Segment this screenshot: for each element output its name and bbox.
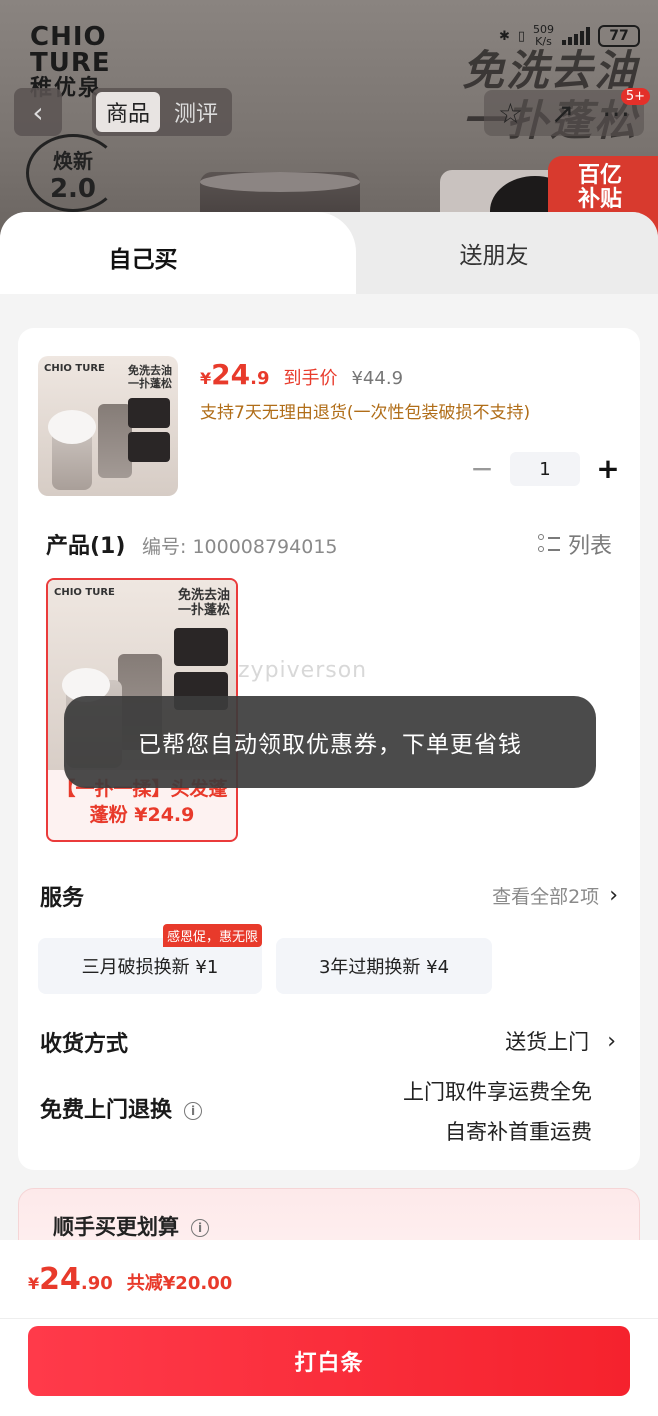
bundle-deals-title: 顺手买更划算 i [53,1211,209,1241]
status-bar: ✱ ▯ 509 K/s 77 [499,24,640,48]
purchase-tabs: 送朋友 自己买 [0,212,658,302]
increase-button[interactable]: + [594,455,622,483]
sku-slogan: 免洗去油 一扑蓬松 [177,588,230,618]
delivery-title: 收货方式 [40,1032,129,1057]
total-price: ¥24.90 共减¥20.00 [28,1262,233,1297]
product-code: 编号: 100008794015 [142,536,338,558]
tab-divider [0,294,658,328]
product-page-background: CHIO TURE 稚优泉 免洗去油 一扑蓬松 焕新 2.0 百亿 补贴 ✱ ▯… [0,0,658,240]
tab-gift-friend[interactable]: 送朋友 [330,212,658,294]
total-discount: 共减¥20.00 [126,1273,233,1294]
header-actions: ☆ ↗ ⋯ [484,90,644,136]
chevron-right-icon: › [609,883,618,908]
service-option-expiry[interactable]: 3年过期换新 ¥4 [276,938,492,994]
quantity-stepper: − 1 + [468,452,622,486]
services-title: 服务 [40,886,85,911]
page-tabs: 商品 测评 [92,88,233,136]
network-speed: 509 K/s [533,23,554,48]
thumb-brand: CHIO TURE [44,363,105,374]
purchase-sheet: 送朋友 自己买 CHIO TURE 免洗去油 一扑蓬松 ¥24.9 到手价 ¥4… [0,212,658,1416]
sku-hair-before [174,628,228,666]
thumb-jar [98,404,132,478]
quantity-input[interactable]: 1 [510,452,580,486]
share-icon[interactable]: ↗ [551,97,574,130]
final-price-tag: 到手价 [283,368,338,389]
message-count-badge: 5+ [620,88,650,105]
watermark: zypiverson [238,658,368,683]
back-button[interactable]: ‹ [14,88,62,136]
list-icon [537,533,560,555]
vibrate-icon: ▯ [517,28,525,44]
tab-buy-self[interactable]: 自己买 [0,212,356,302]
promo-badge: 感恩促，惠无限 [162,924,262,947]
final-price: ¥24.9 [200,358,270,391]
sku-section-title: 产品(1) [46,534,126,559]
chevron-left-icon: ‹ [32,95,44,129]
signal-icon [562,27,590,45]
chevron-right-icon: › [607,1028,616,1054]
thumb-hair-before [128,398,170,428]
info-icon[interactable]: i [191,1219,209,1237]
thumb-puff-jar [48,410,96,490]
sku-brand: CHIO TURE [54,587,115,598]
delivery-method[interactable]: 送货上门 › [505,1026,616,1056]
service-option-damage[interactable]: 三月破损换新 ¥1 感恩促，惠无限 [38,924,262,994]
view-all-services[interactable]: 查看全部2项 › [492,882,618,909]
price-line: ¥24.9 到手价 ¥44.9 [200,358,403,391]
original-price: ¥44.9 [351,368,404,389]
tab-review[interactable]: 测评 [164,92,228,132]
bluetooth-icon: ✱ [498,28,510,44]
renew-badge: 焕新 2.0 [26,134,120,212]
tab-product[interactable]: 商品 [96,92,161,132]
list-view-toggle[interactable]: 列表 [537,528,612,560]
battery-icon: 77 [598,25,640,47]
decrease-button[interactable]: − [468,455,496,483]
thumb-slogan: 免洗去油 一扑蓬松 [128,364,172,390]
pay-later-button[interactable]: 打白条 [28,1326,630,1396]
free-return-title: 免费上门退换 i [40,1092,203,1124]
order-card: CHIO TURE 免洗去油 一扑蓬松 ¥24.9 到手价 ¥44.9 支持7天… [18,328,640,1170]
divider [0,1318,658,1319]
product-thumbnail[interactable]: CHIO TURE 免洗去油 一扑蓬松 [38,356,178,496]
star-icon[interactable]: ☆ [498,97,523,130]
checkout-bar: ¥24.90 共减¥20.00 打白条 [0,1240,658,1416]
return-policy-note: 支持7天无理由退货(一次性包装破损不支持) [200,403,531,423]
free-return-details: 上门取件享运费全免 自寄补首重运费 [403,1080,592,1144]
info-icon[interactable]: i [184,1102,203,1120]
thumb-hair-after [128,432,170,462]
coupon-toast: 已帮您自动领取优惠券，下单更省钱 [64,696,596,788]
